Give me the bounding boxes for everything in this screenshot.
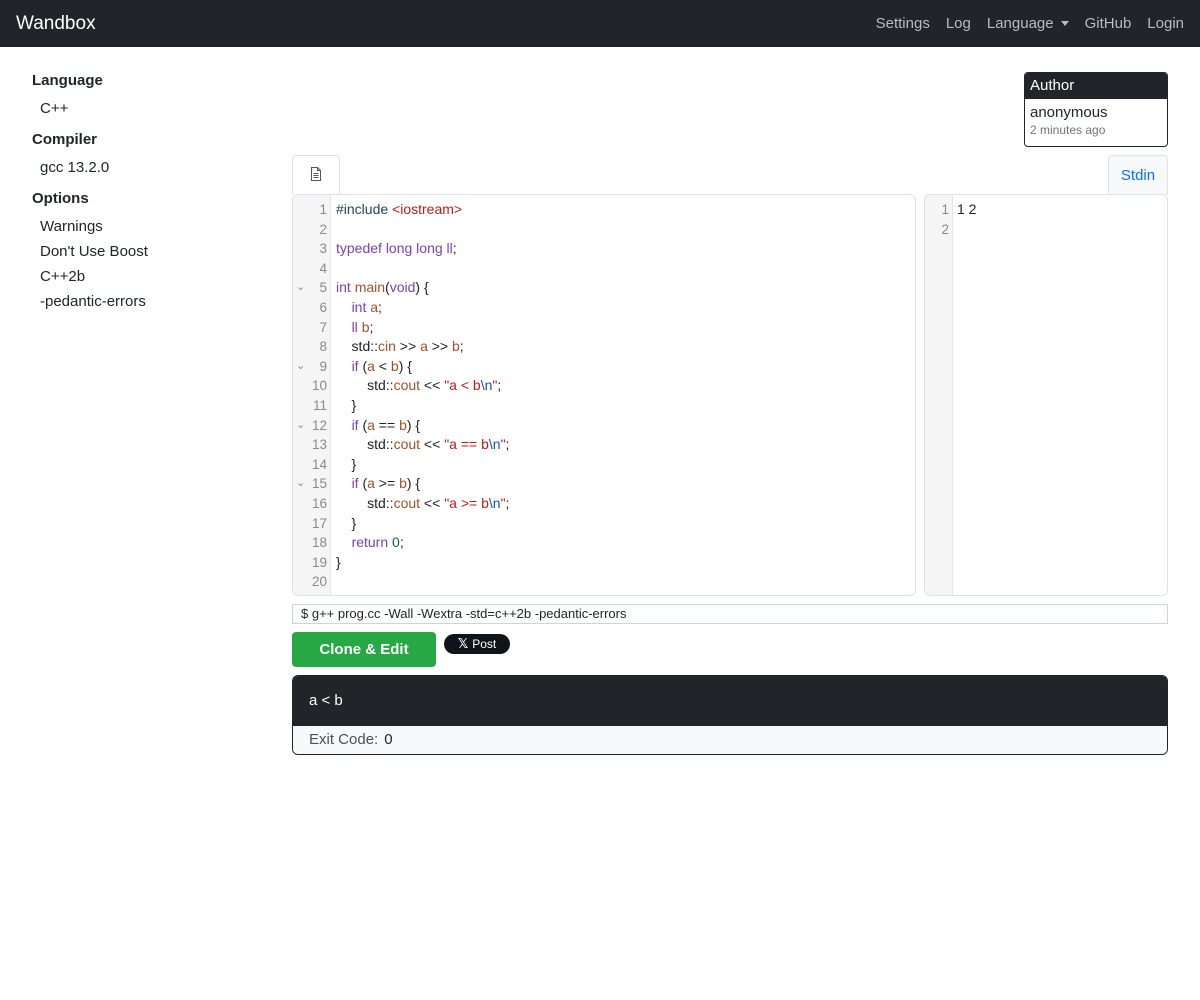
x-logo-icon: 𝕏 <box>457 636 469 651</box>
code-line: ⌄ 15 if (a >= b) { <box>293 474 915 494</box>
code-line: 8 std::cin >> a >> b; <box>293 337 915 357</box>
stdout-text: a < b <box>293 676 1167 726</box>
sidebar: Language C++ Compiler gcc 13.2.0 Options… <box>32 72 252 324</box>
line-number: 3 <box>319 241 327 257</box>
line-number: 13 <box>311 437 327 453</box>
nav-login[interactable]: Login <box>1147 15 1184 32</box>
line-number: 14 <box>311 456 327 472</box>
line-number: 2 <box>941 221 949 237</box>
code-line: 18 return 0; <box>293 533 915 553</box>
line-number: 8 <box>319 339 327 355</box>
line-number: 20 <box>311 574 327 590</box>
nav-settings[interactable]: Settings <box>876 15 930 32</box>
code-line: 3 typedef long long ll; <box>293 239 915 259</box>
exit-code-value: 0 <box>384 731 393 748</box>
line-number: 18 <box>311 535 327 551</box>
stdin-line: 2 <box>925 220 1167 240</box>
nav-github[interactable]: GitHub <box>1085 15 1132 32</box>
caret-down-icon <box>1060 21 1069 26</box>
top-navbar: Wandbox Settings Log Language GitHub Log… <box>0 0 1200 47</box>
exit-code-label: Exit Code: <box>309 731 379 748</box>
post-label: Post <box>472 637 497 651</box>
editor-tabs: Stdin <box>292 155 1168 195</box>
exit-code-bar: Exit Code: 0 <box>293 726 1167 754</box>
code-line: 20 <box>293 572 915 592</box>
code-line: 19} <box>293 553 915 573</box>
tab-source-file[interactable] <box>292 155 340 195</box>
code-line: 4 <box>293 259 915 279</box>
code-line: 6 int a; <box>293 298 915 318</box>
line-number: 17 <box>311 515 327 531</box>
option-pedantic-errors[interactable]: -pedantic-errors <box>32 289 252 314</box>
line-number: 5 <box>319 280 327 296</box>
line-number: 2 <box>319 221 327 237</box>
stdin-text: 1 2 <box>957 201 977 217</box>
line-number: 4 <box>319 260 327 276</box>
nav-language-dropdown[interactable]: Language <box>987 15 1069 32</box>
code-editor[interactable]: 1 #include <iostream> 2 3 typedef long lon… <box>292 194 916 596</box>
stdin-gutter <box>925 195 953 595</box>
code-line: 2 <box>293 220 915 240</box>
line-number: 9 <box>319 358 327 374</box>
nav-log[interactable]: Log <box>946 15 971 32</box>
options-group: Options Warnings Don't Use Boost C++2b -… <box>32 190 252 314</box>
line-number: 6 <box>319 299 327 315</box>
author-time: 2 minutes ago <box>1030 123 1106 137</box>
clone-edit-button[interactable]: Clone & Edit <box>292 632 436 667</box>
language-group: Language C++ <box>32 72 252 121</box>
nav-links: Settings Log Language GitHub Login <box>876 15 1184 32</box>
file-icon <box>310 166 322 185</box>
options-heading: Options <box>32 190 89 207</box>
compiler-heading: Compiler <box>32 131 98 148</box>
nav-language-label: Language <box>986 15 1054 32</box>
line-number: 1 <box>941 202 949 217</box>
code-line: 16 std::cout << "a >= b\n"; <box>293 494 915 514</box>
compiler-group: Compiler gcc 13.2.0 <box>32 131 252 180</box>
line-number: 11 <box>312 397 327 413</box>
option-dont-use-boost[interactable]: Don't Use Boost <box>32 239 252 264</box>
line-number: 19 <box>311 554 327 570</box>
code-line: ⌄ 5 int main(void) { <box>293 278 915 298</box>
language-heading: Language <box>32 72 103 89</box>
stdin-lines: 1 1 2 2 <box>925 200 1167 239</box>
compile-command: $ g++ prog.cc -Wall -Wextra -std=c++2b -… <box>292 604 1168 624</box>
code-line: 13 std::cout << "a == b\n"; <box>293 435 915 455</box>
author-heading: Author <box>1025 73 1167 99</box>
stdin-editor[interactable]: 1 1 2 2 <box>924 194 1168 596</box>
author-card: Author anonymous 2 minutes ago <box>1024 72 1168 147</box>
code-line: 10 std::cout << "a < b\n"; <box>293 376 915 396</box>
stdin-line: 1 1 2 <box>925 200 1167 220</box>
author-name: anonymous <box>1030 104 1108 121</box>
code-lines: 1 #include <iostream> 2 3 typedef long lon… <box>293 200 915 592</box>
line-number: 7 <box>319 319 327 335</box>
compiler-value[interactable]: gcc 13.2.0 <box>32 155 252 180</box>
language-value[interactable]: C++ <box>32 96 252 121</box>
code-line: 14 } <box>293 455 915 475</box>
output-panel: a < b Exit Code: 0 <box>292 675 1168 755</box>
code-line: 17 } <box>293 514 915 534</box>
line-number: 1 <box>319 202 327 217</box>
code-line: 1 #include <iostream> <box>293 200 915 220</box>
code-line: ⌄ 12 if (a == b) { <box>293 416 915 436</box>
line-number: 12 <box>311 417 327 433</box>
code-line: 7 ll b; <box>293 318 915 338</box>
brand-logo[interactable]: Wandbox <box>16 13 96 35</box>
option-warnings[interactable]: Warnings <box>32 214 252 239</box>
line-number: 16 <box>311 495 327 511</box>
tab-stdin[interactable]: Stdin <box>1108 155 1168 195</box>
x-post-button[interactable]: 𝕏 Post <box>444 634 510 654</box>
code-line: ⌄ 9 if (a < b) { <box>293 357 915 377</box>
line-number: 10 <box>311 378 327 394</box>
option-cpp2b[interactable]: C++2b <box>32 264 252 289</box>
line-number: 15 <box>311 476 327 492</box>
code-line: 11 } <box>293 396 915 416</box>
